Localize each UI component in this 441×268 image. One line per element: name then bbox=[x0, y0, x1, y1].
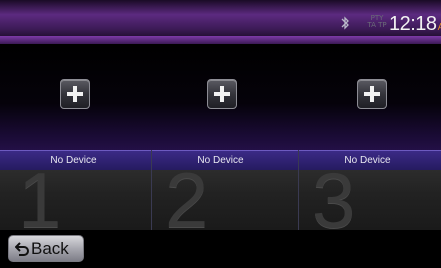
footer: Back bbox=[0, 230, 441, 268]
slot-number-band: 1 2 3 bbox=[0, 166, 441, 234]
clock-ampm: AM bbox=[437, 22, 441, 33]
clock-time: 12:18 bbox=[389, 13, 437, 35]
slot-number-2: 2 bbox=[165, 166, 209, 234]
add-device-button-1[interactable] bbox=[60, 79, 90, 109]
back-button-label: Back bbox=[31, 239, 69, 258]
status-bar: PTY TA TP 12:18AM bbox=[0, 0, 441, 44]
device-slots-area bbox=[0, 44, 441, 152]
slot-divider-1 bbox=[151, 150, 152, 230]
add-device-button-3[interactable] bbox=[357, 79, 387, 109]
bluetooth-icon bbox=[341, 16, 349, 30]
pty-ta-tp-indicator: PTY TA TP bbox=[367, 15, 387, 29]
status-bar-strip bbox=[0, 36, 441, 44]
slot-divider-2 bbox=[298, 150, 299, 230]
slot-number-1: 1 bbox=[18, 166, 62, 234]
slot-number-3: 3 bbox=[312, 166, 356, 234]
clock: 12:18AM bbox=[389, 14, 441, 34]
back-arrow-icon bbox=[15, 242, 29, 256]
back-button[interactable]: Back bbox=[8, 235, 84, 262]
ta-tp-label: TA TP bbox=[367, 21, 387, 29]
add-device-button-2[interactable] bbox=[207, 79, 237, 109]
